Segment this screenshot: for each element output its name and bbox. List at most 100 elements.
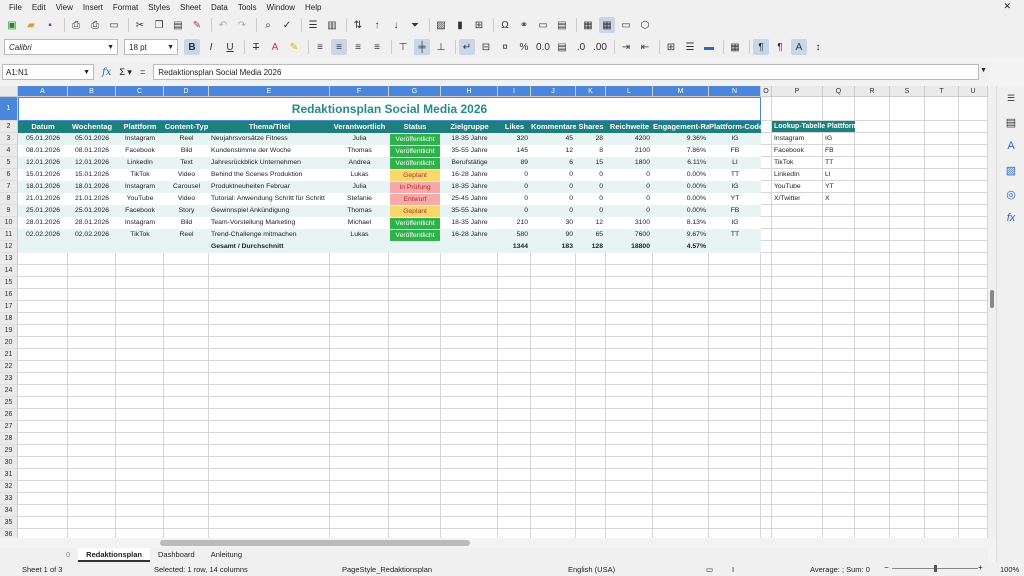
font-size-box[interactable]: 18 pt ▼ [124, 39, 178, 55]
column-header-t[interactable]: T [925, 86, 959, 97]
table-cell[interactable]: Stefanie [330, 193, 389, 205]
functions-icon[interactable]: fx [1003, 210, 1019, 226]
table-cell[interactable]: 90 [531, 229, 576, 241]
table-cell[interactable]: 3100 [606, 217, 653, 229]
column-title[interactable]: Plattform-Code [709, 121, 761, 133]
table-cell[interactable]: TikTok [116, 169, 164, 181]
row-header-26[interactable]: 26 [0, 409, 18, 421]
column-header-h[interactable]: H [441, 86, 498, 97]
vertical-scrollbar[interactable] [988, 86, 996, 538]
table-cell[interactable]: 18.01.2026 [18, 181, 68, 193]
table-cell[interactable]: IG [709, 133, 761, 145]
table-cell[interactable]: Instagram [116, 181, 164, 193]
table-cell[interactable]: 21.01.2026 [68, 193, 116, 205]
align-left-icon[interactable]: ≡ [312, 39, 328, 55]
table-cell[interactable]: 0.00% [653, 169, 709, 181]
table-cell[interactable]: 0 [576, 193, 606, 205]
expand-formula-bar-icon[interactable]: ▼ [980, 67, 987, 74]
paste-icon[interactable]: ▤ [170, 17, 186, 33]
table-cell[interactable]: 9.36% [653, 133, 709, 145]
tab-scroll-icon[interactable]: 0 [0, 548, 78, 562]
table-cell[interactable]: 45 [531, 133, 576, 145]
table-cell[interactable]: Instagram [116, 217, 164, 229]
sum-info[interactable]: Average: ; Sum: 0 [810, 565, 870, 574]
table-cell[interactable]: 18-35 Jahre [441, 181, 498, 193]
lookup-platform[interactable]: Facebook [772, 145, 822, 157]
formula-equals-icon[interactable]: = [140, 67, 145, 77]
justify-icon[interactable]: ≡ [369, 39, 385, 55]
save-icon[interactable]: ▪ [42, 17, 58, 33]
column-header-q[interactable]: Q [823, 86, 855, 97]
row-header-22[interactable]: 22 [0, 361, 18, 373]
table-cell[interactable]: TikTok [116, 229, 164, 241]
date-format-icon[interactable]: ▤ [554, 39, 570, 55]
row-header-9[interactable]: 9 [0, 205, 18, 217]
column-title[interactable]: Reichweite [606, 121, 653, 133]
pivot-table-icon[interactable]: ⊞ [471, 17, 487, 33]
table-cell[interactable]: 0 [576, 181, 606, 193]
lookup-code[interactable]: IG [823, 133, 853, 145]
column-header-e[interactable]: E [209, 86, 330, 97]
row-header-32[interactable]: 32 [0, 481, 18, 493]
font-name-box[interactable]: Calibri ▼ [4, 39, 118, 55]
autofilter-icon[interactable]: ⏷ [407, 17, 423, 33]
column-title[interactable]: Verantwortlich [330, 121, 389, 133]
status-badge[interactable]: Veröffentlicht [390, 218, 440, 229]
percent-format-icon[interactable]: % [516, 39, 532, 55]
column-header-s[interactable]: S [890, 86, 925, 97]
tab-anleitung[interactable]: Anleitung [203, 548, 250, 562]
table-cell[interactable]: LinkedIn [116, 157, 164, 169]
special-character-icon[interactable]: Ω [497, 17, 513, 33]
text-direction-icon[interactable]: ↕ [810, 39, 826, 55]
undo-icon[interactable]: ↶ [215, 17, 231, 33]
sidebar-menu-icon[interactable]: ☰ [1003, 90, 1019, 106]
table-cell[interactable]: 320 [498, 133, 531, 145]
column-header-c[interactable]: C [116, 86, 164, 97]
column-title[interactable]: Wochentag [68, 121, 116, 133]
row-header-3[interactable]: 3 [0, 133, 18, 145]
row-header-23[interactable]: 23 [0, 373, 18, 385]
row-header-13[interactable]: 13 [0, 253, 18, 265]
row-header-34[interactable]: 34 [0, 505, 18, 517]
sheet-title-cell[interactable]: Redaktionsplan Social Media 2026 [18, 97, 761, 121]
table-cell[interactable]: Story [164, 205, 209, 217]
table-cell[interactable]: 1800 [606, 157, 653, 169]
gallery-icon[interactable]: ▨ [1003, 162, 1019, 178]
table-cell[interactable]: Lukas [330, 169, 389, 181]
row-header-12[interactable]: 12 [0, 241, 18, 253]
clone-formatting-icon[interactable]: ✎ [189, 17, 205, 33]
row-header-17[interactable]: 17 [0, 301, 18, 313]
lookup-table-header[interactable]: Lookup-Tabelle Plattformen [772, 121, 855, 132]
table-cell[interactable]: Berufstätige [441, 157, 498, 169]
align-middle-icon[interactable]: ╪ [414, 39, 430, 55]
zoom-slider[interactable]: − + [884, 563, 984, 573]
lookup-platform[interactable]: YouTube [772, 181, 822, 193]
table-cell[interactable]: 6.11% [653, 157, 709, 169]
border-color-icon[interactable]: ▬ [701, 39, 717, 55]
sort-descending-icon[interactable]: ↓ [388, 17, 404, 33]
strikethrough-icon[interactable]: T [248, 39, 264, 55]
column-title[interactable]: Zielgruppe [441, 121, 498, 133]
column-title[interactable]: Kommentare [531, 121, 576, 133]
table-cell[interactable]: Neujahrsvorsätze Fitness [209, 133, 330, 145]
align-center-icon[interactable]: ≡ [331, 39, 347, 55]
table-cell[interactable]: 8 [576, 145, 606, 157]
status-badge[interactable]: Veröffentlicht [390, 134, 440, 145]
table-cell[interactable]: FB [709, 205, 761, 217]
table-cell[interactable]: 30 [531, 217, 576, 229]
row-header-6[interactable]: 6 [0, 169, 18, 181]
table-cell[interactable]: 02.02.2026 [68, 229, 116, 241]
column-header-r[interactable]: R [855, 86, 890, 97]
table-cell[interactable]: 89 [498, 157, 531, 169]
table-cell[interactable]: 05.01.2026 [68, 133, 116, 145]
table-cell[interactable]: 0.00% [653, 205, 709, 217]
new-document-icon[interactable]: ▣ [4, 17, 20, 33]
table-cell[interactable]: 9.67% [653, 229, 709, 241]
totals-reach[interactable]: 18800 [606, 241, 653, 253]
highlight-color-icon[interactable]: ✎ [286, 39, 302, 55]
comment-icon[interactable]: ▭ [535, 17, 551, 33]
table-cell[interactable]: 25.01.2026 [68, 205, 116, 217]
row-header-11[interactable]: 11 [0, 229, 18, 241]
add-decimal-icon[interactable]: .0 [573, 39, 589, 55]
column-header-b[interactable]: B [68, 86, 116, 97]
